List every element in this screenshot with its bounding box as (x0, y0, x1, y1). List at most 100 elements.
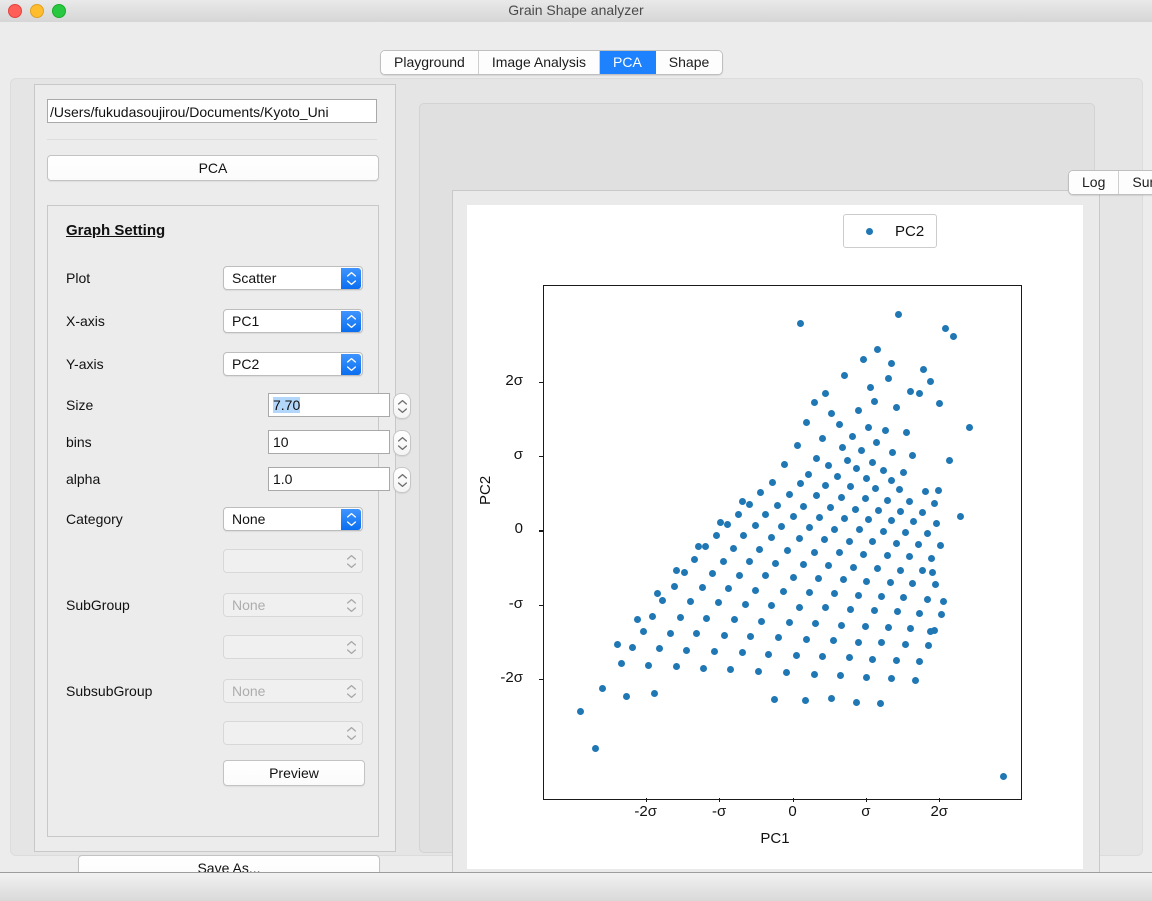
scatter-point (936, 541, 944, 549)
setting-select-subgroup[interactable]: None (223, 593, 363, 617)
chevron-updown-icon (341, 551, 361, 572)
scatter-point (810, 548, 818, 556)
scatter-point (875, 507, 883, 515)
project-path-field[interactable]: /Users/fukudasoujirou/Documents/Kyoto_Un… (47, 99, 377, 123)
setting-value-y-axis: PC2 (232, 356, 260, 372)
subtab-summary[interactable]: Summary (1119, 171, 1152, 194)
scatter-point (703, 614, 711, 622)
main-tab-bar[interactable]: Playground Image Analysis PCA Shape (380, 50, 724, 75)
scatter-point (649, 612, 657, 620)
scatter-point (735, 571, 743, 579)
scatter-point (949, 333, 957, 341)
scatter-point (790, 573, 797, 581)
stepper-alpha[interactable] (393, 467, 411, 493)
setting-select-blank-7[interactable] (223, 549, 363, 573)
setting-label-subgroup: SubGroup (66, 597, 130, 613)
tab-pca[interactable]: PCA (600, 51, 656, 74)
scatter-point (835, 549, 843, 557)
scatter-point (999, 773, 1007, 781)
tab-playground[interactable]: Playground (381, 51, 479, 74)
x-tick-mark (645, 798, 647, 802)
scatter-point (754, 667, 762, 675)
setting-select-blank-9[interactable] (223, 635, 363, 659)
scatter-point (862, 475, 870, 483)
setting-row-bins: bins 10 (48, 430, 411, 456)
scatter-point (919, 509, 927, 517)
scatter-point (853, 698, 861, 706)
setting-value-x-axis: PC1 (232, 313, 260, 329)
scatter-point (854, 407, 862, 415)
chevron-updown-icon (341, 681, 361, 702)
setting-input-bins[interactable]: 10 (268, 430, 390, 454)
subtab-log[interactable]: Log (1069, 171, 1120, 194)
setting-row-plot: Plot Scatter (48, 266, 378, 292)
scatter-point (923, 530, 931, 538)
setting-label-plot: Plot (66, 270, 91, 286)
scatter-point (872, 484, 880, 492)
setting-input-size[interactable]: 7.70 (268, 393, 390, 417)
scatter-point (966, 423, 974, 431)
y-tick-label: 0 (514, 520, 523, 538)
setting-row-subgroup: SubGroup None (48, 593, 378, 619)
scatter-point (870, 607, 878, 615)
setting-select-plot[interactable]: Scatter (223, 266, 363, 290)
setting-select-x-axis[interactable]: PC1 (223, 309, 363, 333)
setting-label-bins: bins (66, 434, 92, 450)
setting-label-x-axis: X-axis (66, 313, 105, 329)
tab-image-analysis[interactable]: Image Analysis (478, 51, 600, 74)
scatter-point (929, 568, 937, 576)
scatter-point (839, 443, 847, 451)
scatter-point (822, 604, 830, 612)
scatter-point (773, 501, 781, 509)
scatter-point (916, 609, 924, 617)
chevron-updown-icon (341, 509, 361, 530)
scatter-point (889, 449, 897, 457)
results-tab-bar[interactable]: LogSummaryGraph (1068, 170, 1152, 195)
scatter-point (786, 490, 794, 498)
scatter-point (841, 371, 849, 379)
run-pca-button[interactable]: PCA (47, 155, 379, 181)
scatter-point (908, 579, 916, 587)
setting-select-subsubgroup[interactable]: None (223, 679, 363, 703)
scatter-point (639, 628, 647, 636)
scatter-point (845, 654, 853, 662)
chart-legend: PC2 (843, 214, 937, 248)
setting-select-blank-11[interactable] (223, 721, 363, 745)
tab-shape[interactable]: Shape (655, 51, 723, 74)
scatter-point (767, 602, 775, 610)
scatter-point (876, 700, 884, 708)
scatter-point (790, 512, 797, 520)
scatter-point (762, 572, 770, 580)
stepper-bins[interactable] (393, 430, 411, 456)
scatter-point (676, 614, 684, 622)
scatter-point (897, 507, 905, 515)
scatter-point (836, 672, 844, 680)
scatter-point (873, 565, 881, 573)
scatter-point (901, 640, 909, 648)
scatter-point (785, 618, 793, 626)
scatter-point (879, 466, 887, 474)
status-bar (0, 872, 1152, 901)
scatter-point (803, 419, 811, 427)
y-tick-mark (539, 604, 543, 606)
scatter-point (882, 426, 890, 434)
scatter-point (845, 537, 853, 545)
scatter-point (888, 359, 896, 367)
scatter-point (804, 471, 812, 479)
scatter-point (834, 472, 842, 480)
scatter-point (797, 480, 805, 488)
setting-select-y-axis[interactable]: PC2 (223, 352, 363, 376)
preview-button[interactable]: Preview (223, 760, 365, 786)
scatter-point (892, 657, 900, 665)
setting-select-category[interactable]: None (223, 507, 363, 531)
scatter-point (930, 499, 938, 507)
scatter-point (769, 478, 777, 486)
setting-value-plot: Scatter (232, 270, 277, 286)
scatter-point (757, 617, 765, 625)
scatter-point (634, 615, 642, 623)
legend-label: PC2 (895, 222, 925, 240)
setting-input-alpha[interactable]: 1.0 (268, 467, 390, 491)
stepper-size[interactable] (393, 393, 411, 419)
setting-row-alpha: alpha 1.0 (48, 467, 411, 493)
scatter-point (628, 643, 636, 651)
